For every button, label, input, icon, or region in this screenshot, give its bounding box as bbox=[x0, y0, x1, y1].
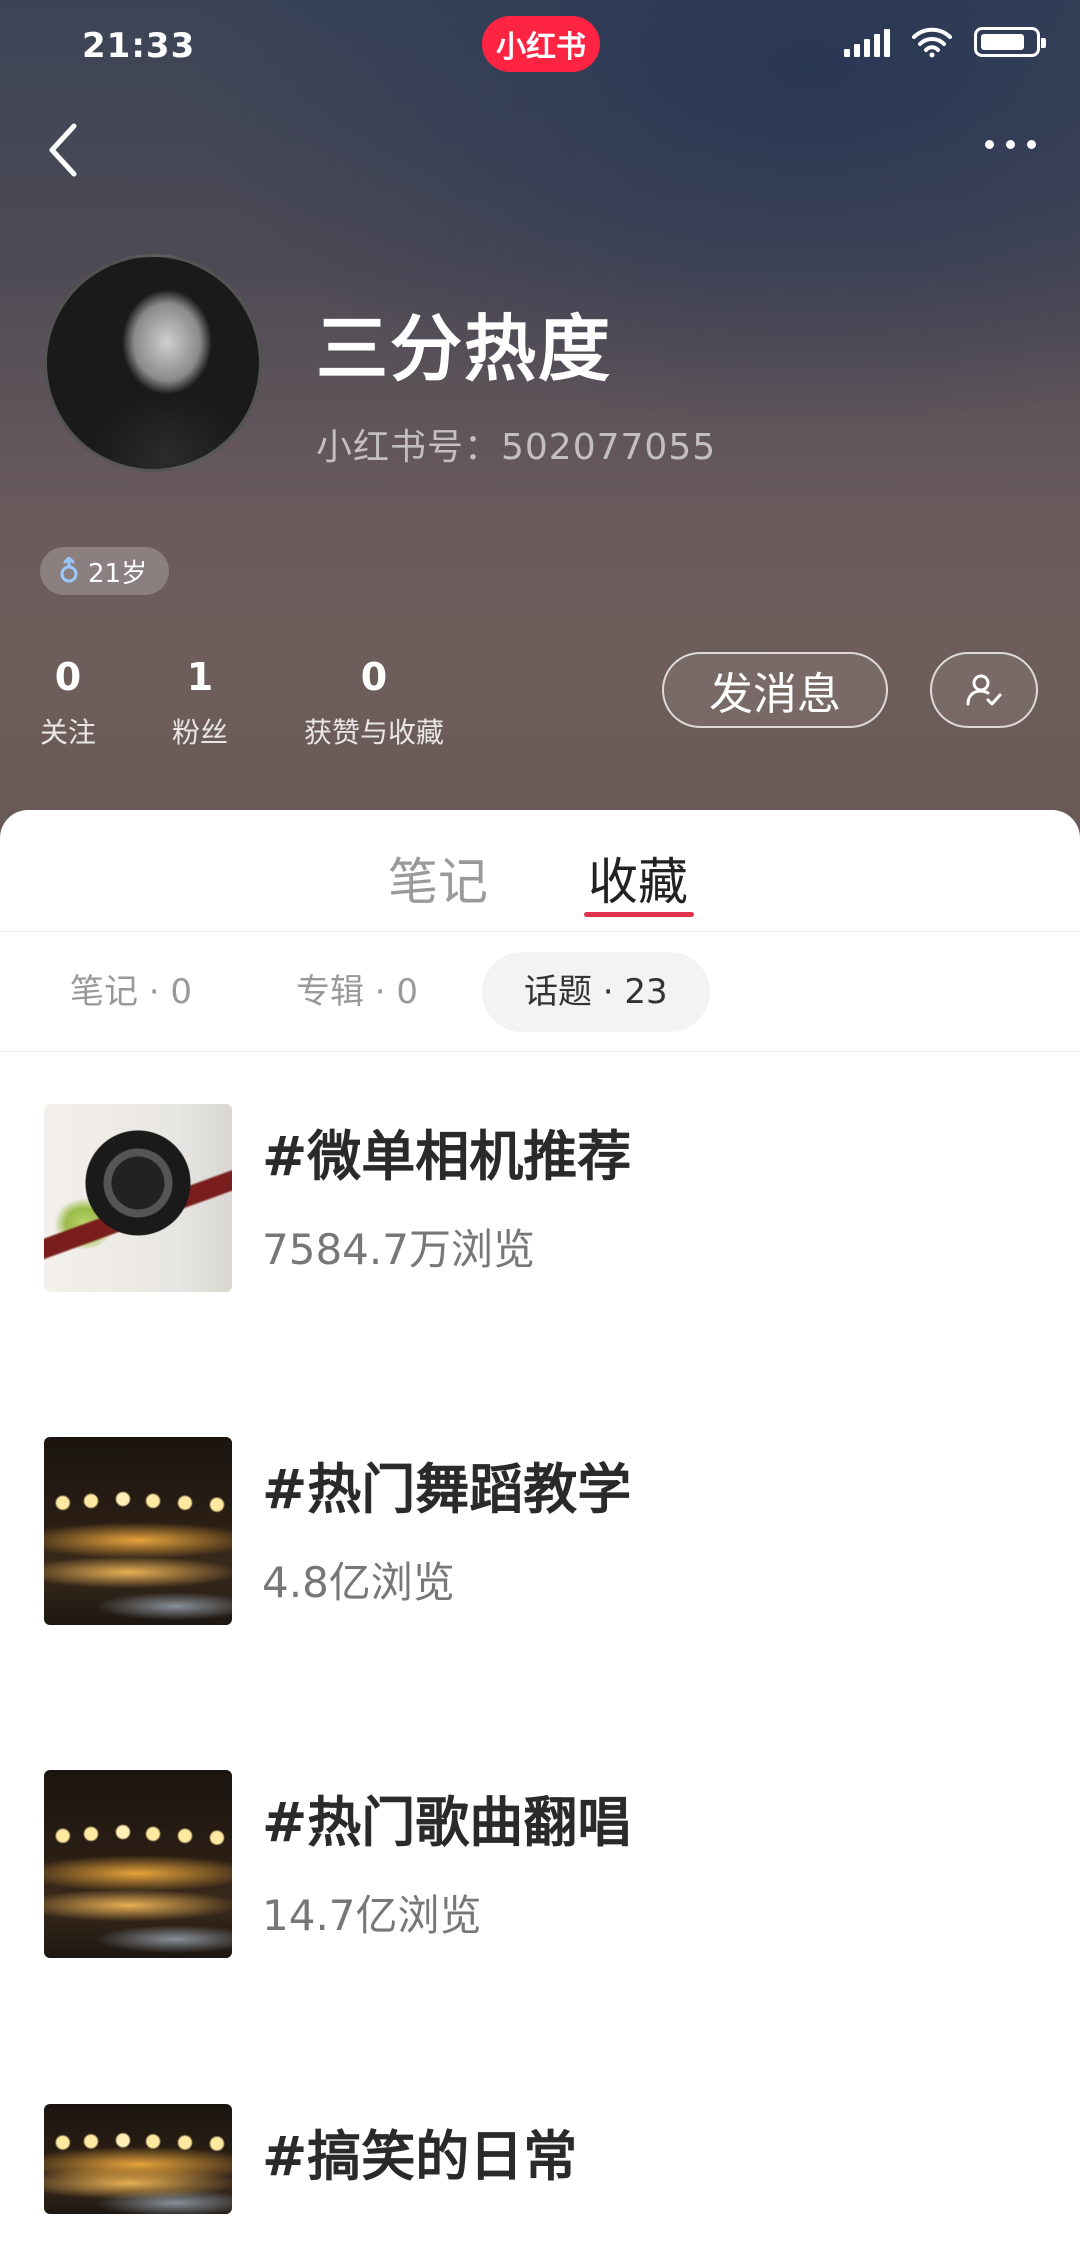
subtab-topics[interactable]: 话题 · 23 bbox=[482, 952, 710, 1032]
stat-following-count: 0 bbox=[54, 655, 82, 699]
profile-nickname: 三分热度 bbox=[316, 307, 613, 391]
topic-thumbnail bbox=[44, 1104, 232, 1292]
tab-collections[interactable]: 收藏 bbox=[588, 842, 688, 914]
send-message-button[interactable]: 发消息 bbox=[662, 652, 888, 728]
stat-following[interactable]: 0 关注 bbox=[40, 655, 96, 751]
topic-title: #搞笑的日常 bbox=[262, 2125, 578, 2188]
wifi-icon bbox=[912, 27, 952, 58]
more-icon[interactable] bbox=[985, 140, 1036, 149]
stat-followers[interactable]: 1 粉丝 bbox=[172, 655, 228, 751]
topic-thumbnail bbox=[44, 1770, 232, 1958]
topic-views: 4.8亿浏览 bbox=[262, 1558, 455, 1607]
stat-followers-count: 1 bbox=[186, 655, 214, 699]
topic-title: #微单相机推荐 bbox=[262, 1125, 632, 1188]
topic-title: #热门舞蹈教学 bbox=[262, 1458, 632, 1521]
back-icon[interactable] bbox=[44, 120, 84, 180]
topic-thumbnail bbox=[44, 2104, 232, 2214]
content-card: 笔记 收藏 笔记 · 0 专辑 · 0 话题 · 23 #微单相机推荐 7584… bbox=[0, 810, 1080, 2248]
topic-item[interactable]: #微单相机推荐 7584.7万浏览 bbox=[0, 1104, 1080, 1304]
topic-item[interactable]: #热门舞蹈教学 4.8亿浏览 bbox=[0, 1437, 1080, 1637]
stat-likes-collects[interactable]: 0 获赞与收藏 bbox=[304, 655, 444, 751]
main-tabs: 笔记 收藏 bbox=[0, 810, 1080, 932]
male-icon bbox=[60, 557, 78, 583]
active-tab-indicator bbox=[584, 912, 694, 917]
battery-icon bbox=[974, 27, 1046, 57]
topic-views: 14.7亿浏览 bbox=[262, 1891, 482, 1940]
topic-views: 7584.7万浏览 bbox=[262, 1225, 535, 1274]
stat-likes-collects-label: 获赞与收藏 bbox=[304, 716, 445, 749]
topic-thumbnail bbox=[44, 1437, 232, 1625]
signal-icon bbox=[844, 27, 890, 57]
status-bar: 21:33 小红书 bbox=[0, 0, 1080, 92]
sub-tabs: 笔记 · 0 专辑 · 0 话题 · 23 bbox=[0, 932, 1080, 1052]
subtab-notes[interactable]: 笔记 · 0 bbox=[70, 952, 192, 1032]
user-check-icon bbox=[966, 674, 1002, 706]
status-time: 21:33 bbox=[82, 26, 196, 66]
stat-followers-label: 粉丝 bbox=[172, 716, 229, 749]
topic-item[interactable]: #热门歌曲翻唱 14.7亿浏览 bbox=[0, 1770, 1080, 1970]
stat-following-label: 关注 bbox=[40, 716, 97, 749]
age-tag: 21岁 bbox=[40, 547, 170, 595]
app-badge: 小红书 bbox=[482, 16, 600, 72]
topic-title: #热门歌曲翻唱 bbox=[262, 1791, 632, 1854]
status-icons bbox=[844, 26, 1046, 58]
tab-notes[interactable]: 笔记 bbox=[388, 842, 488, 914]
profile-header: 21:33 小红书 三分热度 小红书号：502077055 21岁 0 关注 1… bbox=[0, 0, 1080, 860]
follow-button[interactable] bbox=[930, 652, 1038, 728]
subtab-albums[interactable]: 专辑 · 0 bbox=[296, 952, 418, 1032]
avatar[interactable] bbox=[44, 254, 262, 472]
topic-item[interactable]: #搞笑的日常 bbox=[0, 2104, 1080, 2248]
age-label: 21岁 bbox=[88, 558, 148, 589]
stat-likes-collects-count: 0 bbox=[360, 655, 388, 699]
profile-red-id: 小红书号：502077055 bbox=[316, 427, 717, 468]
